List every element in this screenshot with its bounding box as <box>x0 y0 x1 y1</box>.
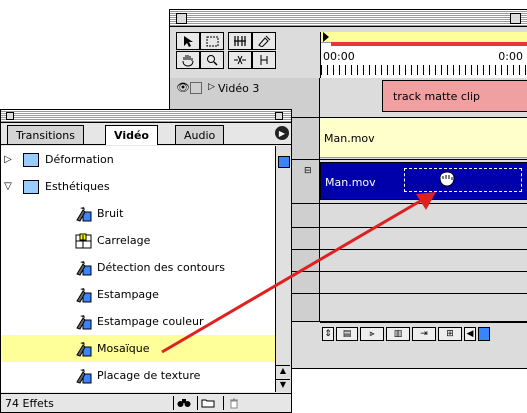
filter-effect-icon <box>76 368 92 384</box>
effect-label: Détection des contours <box>97 261 225 274</box>
timeline-title-bar[interactable] <box>170 10 527 27</box>
track-select-icon[interactable] <box>228 32 252 50</box>
filter-effect-icon <box>76 341 92 357</box>
palette-title-bar[interactable] <box>1 110 291 123</box>
filter-effect-icon <box>76 260 92 276</box>
palette-footer: 74 Effets <box>1 393 291 412</box>
zoom-box-icon[interactable] <box>275 112 283 120</box>
palette-menu-icon[interactable]: ▶ <box>275 126 289 140</box>
scroll-thumb[interactable] <box>278 156 290 168</box>
clip-label: Man.mov <box>324 132 375 145</box>
lock-box-icon[interactable] <box>190 82 202 94</box>
tile-effect-icon <box>75 233 92 248</box>
track-name: Vidéo 3 <box>218 82 260 95</box>
shift-tracks-icon[interactable]: ⇥ <box>412 327 436 341</box>
eye-icon[interactable]: 👁 <box>176 81 190 94</box>
track-format-icon[interactable]: ▤ <box>336 327 358 341</box>
hand-icon[interactable] <box>176 51 200 69</box>
tab-audio[interactable]: Audio <box>175 125 225 144</box>
scroll-left-icon[interactable]: ◀ <box>464 327 476 341</box>
new-folder-icon[interactable] <box>197 396 218 410</box>
binoculars-icon[interactable] <box>173 396 194 410</box>
timecode-end: 0:00 <box>498 50 523 63</box>
tab-label: Audio <box>184 128 216 142</box>
transition-icon[interactable]: ⊟ <box>304 166 312 176</box>
effect-label: Bruit <box>97 207 124 220</box>
effects-count: 74 Effets <box>5 397 54 410</box>
timeline-toolbox <box>176 32 318 78</box>
filter-effect-icon <box>76 314 92 330</box>
time-unit-stepper-icon[interactable]: ⇕ <box>322 327 334 341</box>
disclosure-triangle-icon[interactable]: ▷ <box>208 82 215 92</box>
zoom-icon[interactable] <box>200 51 224 69</box>
timecode-start: 00:00 <box>323 50 355 63</box>
effect-item[interactable]: Bruit <box>1 200 275 227</box>
arrow-select-icon[interactable] <box>176 32 200 50</box>
tab-transitions[interactable]: Transitions <box>7 125 84 144</box>
effects-list: ▷ Déformation ▽ Esthétiques Bruit Carrel… <box>1 146 275 392</box>
link-icon[interactable] <box>228 51 252 69</box>
filter-effect-icon <box>76 287 92 303</box>
effect-item-selected[interactable]: Mosaïque <box>1 335 275 362</box>
effect-item[interactable]: Estampage couleur <box>1 308 275 335</box>
effect-item[interactable]: Carrelage <box>1 227 275 254</box>
folder-deformation[interactable]: ▷ Déformation <box>1 146 275 173</box>
folder-label: Déformation <box>45 153 114 166</box>
disclosure-triangle-icon[interactable]: ▷ <box>1 154 15 165</box>
man-mov-clip-yellow[interactable]: Man.mov <box>320 118 527 158</box>
ruler-ticks <box>321 65 527 75</box>
close-box-icon[interactable] <box>6 112 14 120</box>
track-matte-clip[interactable]: track matte clip <box>382 80 527 112</box>
razor-icon[interactable] <box>252 32 276 50</box>
effect-label: Carrelage <box>97 234 151 247</box>
effect-item[interactable]: Estampage <box>1 281 275 308</box>
effect-item[interactable]: Placage de texture <box>1 362 275 389</box>
work-area-marker-icon[interactable] <box>323 32 329 42</box>
folder-esthetiques[interactable]: ▽ Esthétiques <box>1 173 275 200</box>
disclosure-triangle-icon[interactable]: ▽ <box>1 181 15 192</box>
timeline-footer-controls: ⇕ ▤ ⫸ ▥ ⇥ ⊞ ◀ <box>320 322 527 345</box>
tab-video[interactable]: Vidéo <box>105 125 158 145</box>
snap-to-edges-icon[interactable]: ⫸ <box>360 327 384 341</box>
folder-icon <box>23 152 39 167</box>
clip-label: Man.mov <box>325 176 376 189</box>
effects-palette: Transitions Vidéo Audio ▶ ▷ Déformation … <box>0 109 292 413</box>
effect-label: Mosaïque <box>97 342 150 355</box>
effect-label: Estampage couleur <box>97 315 204 328</box>
scroll-up-icon[interactable]: ▲ <box>276 365 290 378</box>
effects-scrollbar[interactable]: ▲ ▼ <box>275 146 291 392</box>
clip-label: track matte clip <box>393 89 480 103</box>
close-box-icon[interactable] <box>176 13 187 24</box>
edit-in-out-icon[interactable] <box>252 51 276 69</box>
scroll-thumb[interactable] <box>478 327 490 341</box>
zoom-box-icon[interactable] <box>510 13 521 24</box>
folder-label: Esthétiques <box>45 180 110 193</box>
trash-icon[interactable] <box>223 396 244 410</box>
effect-item[interactable]: Détection des contours <box>1 254 275 281</box>
marquee-icon[interactable] <box>200 32 224 50</box>
grabbing-hand-icon <box>439 171 455 187</box>
drop-target-outline <box>404 168 522 192</box>
effect-label: Placage de texture <box>97 369 201 382</box>
tab-label: Transitions <box>16 128 75 142</box>
tab-label: Vidéo <box>114 129 149 142</box>
folder-icon <box>23 179 39 194</box>
palette-tabs: Transitions Vidéo Audio ▶ <box>1 123 291 145</box>
time-ruler[interactable]: 00:00 0:00 <box>320 32 527 78</box>
ripple-edit-icon[interactable]: ⊞ <box>438 327 462 341</box>
filter-effect-icon <box>76 206 92 222</box>
edge-view-icon[interactable]: ▥ <box>386 327 410 341</box>
scroll-down-icon[interactable]: ▼ <box>276 379 290 392</box>
preview-indicator-bar <box>331 42 527 46</box>
effect-label: Estampage <box>97 288 159 301</box>
